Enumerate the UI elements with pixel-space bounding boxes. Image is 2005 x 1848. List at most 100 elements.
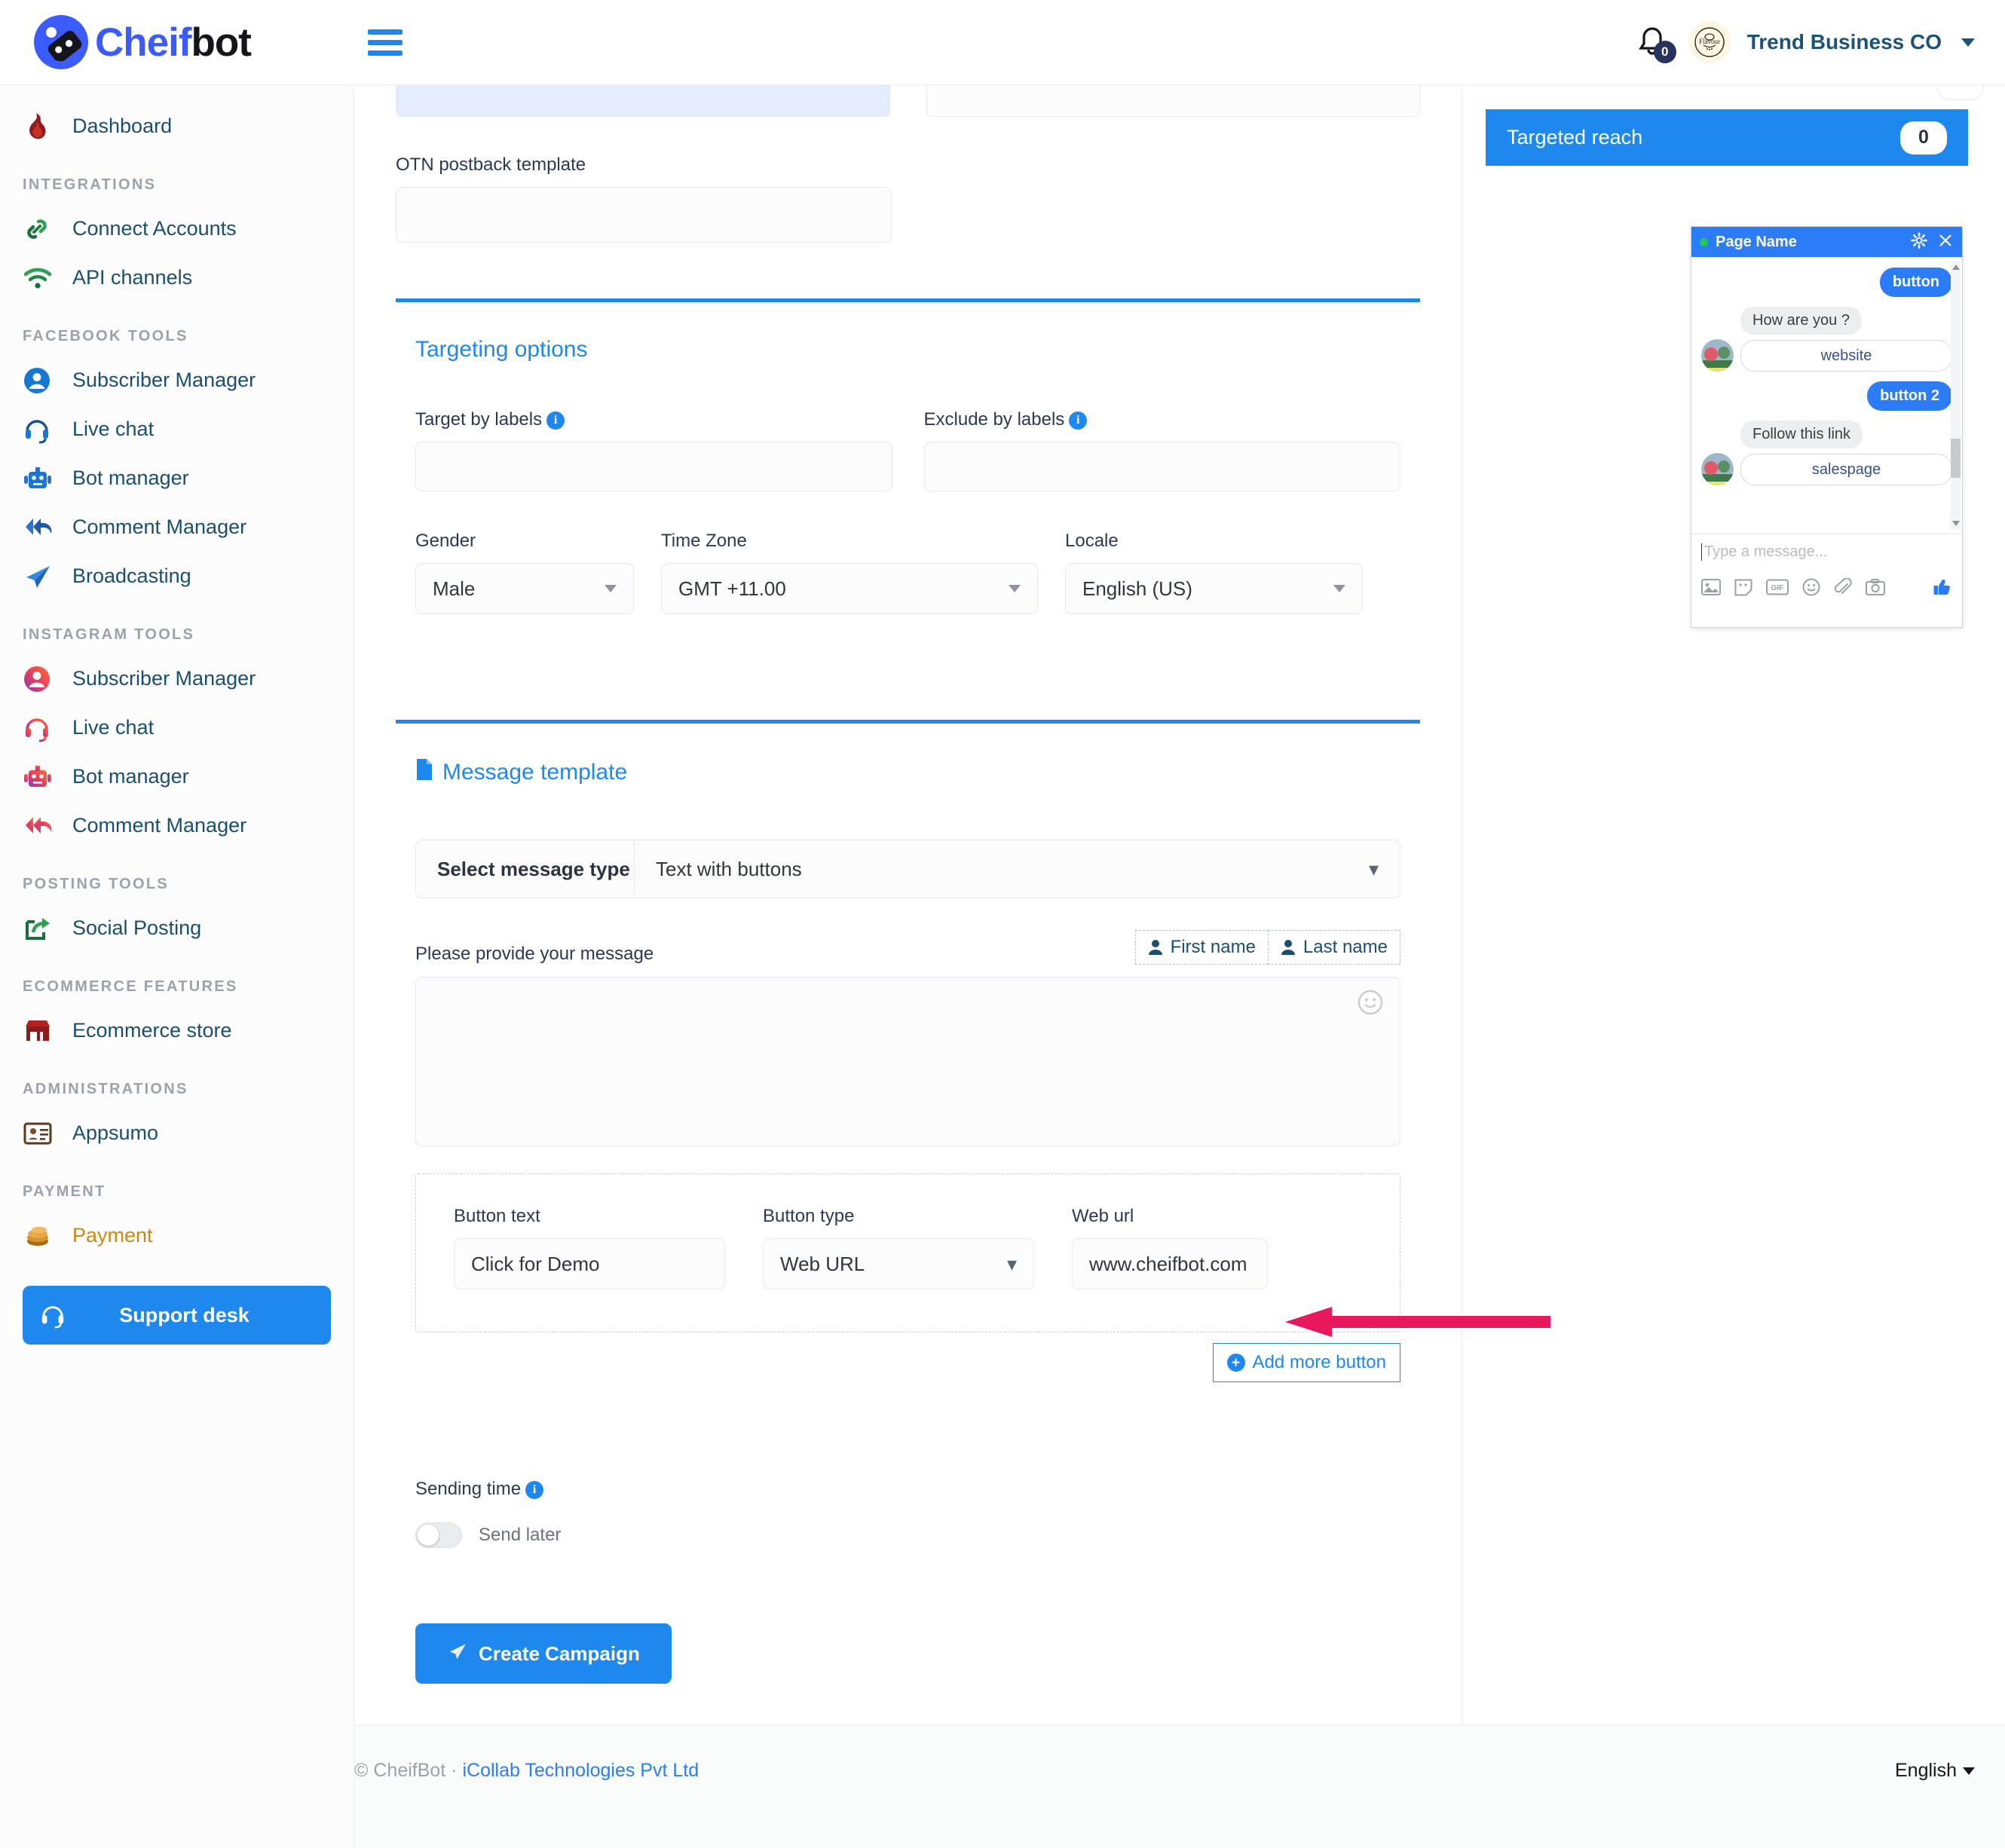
send-later-toggle[interactable] xyxy=(415,1522,462,1548)
hamburger-menu-icon[interactable] xyxy=(368,24,403,61)
info-icon[interactable]: i xyxy=(546,412,565,430)
emoji-smiley-icon[interactable] xyxy=(1358,990,1383,1015)
target-by-labels-input[interactable] xyxy=(415,442,892,491)
sidebar-item-fb-subscriber-manager[interactable]: Subscriber Manager xyxy=(0,356,354,405)
locale-label: Locale xyxy=(1065,531,1119,551)
info-icon[interactable]: i xyxy=(525,1481,544,1499)
svg-text:GIF: GIF xyxy=(1771,584,1784,592)
create-campaign-button[interactable]: Create Campaign xyxy=(415,1623,672,1684)
coins-icon xyxy=(23,1223,72,1249)
thumbs-up-icon[interactable] xyxy=(1933,577,1952,601)
sidebar-item-ig-bot-manager[interactable]: Bot manager xyxy=(0,752,354,801)
chat-message-input[interactable]: Type a message... xyxy=(1701,543,1952,561)
notifications-button[interactable]: 0 xyxy=(1633,23,1676,63)
gif-icon[interactable]: GIF xyxy=(1766,579,1789,599)
sidebar-item-connect-accounts[interactable]: Connect Accounts xyxy=(0,204,354,253)
close-icon[interactable] xyxy=(1937,232,1954,252)
sidebar-group-integrations: INTEGRATIONS xyxy=(23,176,157,193)
chat-button-card[interactable]: salespage xyxy=(1740,454,1952,485)
select-message-type-select[interactable]: Text with buttons ▾ xyxy=(635,840,1400,898)
scrollbar-thumb[interactable] xyxy=(1951,439,1961,478)
send-later-label: Send later xyxy=(479,1525,562,1545)
targeting-options-title: Targeting options xyxy=(415,337,588,362)
button-text-value: Click for Demo xyxy=(471,1252,600,1275)
scroll-up-arrow-icon[interactable] xyxy=(1952,265,1960,270)
chat-row-incoming: How are you ? website xyxy=(1701,307,1952,372)
otn-postback-input[interactable] xyxy=(396,187,892,243)
sidebar-item-label: Live chat xyxy=(72,716,155,739)
chevron-down-icon[interactable] xyxy=(1961,38,1975,47)
chat-header-icons xyxy=(1911,231,1954,252)
user-name[interactable]: Trend Business CO xyxy=(1747,30,1942,54)
image-icon[interactable] xyxy=(1701,578,1721,600)
last-name-chip[interactable]: Last name xyxy=(1267,930,1400,965)
first-name-chip[interactable]: First name xyxy=(1134,930,1269,965)
message-textarea[interactable] xyxy=(415,977,1400,1146)
camera-icon[interactable] xyxy=(1866,579,1885,599)
svg-text:Flavour: Flavour xyxy=(1699,38,1720,45)
exclude-by-labels-input[interactable] xyxy=(923,442,1400,491)
sidebar-item-social-posting[interactable]: Social Posting xyxy=(0,904,354,953)
reply-all-icon xyxy=(23,515,72,540)
link-icon xyxy=(23,215,72,243)
locale-select[interactable]: English (US) xyxy=(1065,563,1363,614)
button-config-panel: Button text Click for Demo Button type W… xyxy=(415,1173,1400,1332)
targeted-reach-value: 0 xyxy=(1900,121,1947,155)
select-message-type-row: Select message type Text with buttons ▾ xyxy=(415,840,1400,898)
sidebar-item-broadcasting[interactable]: Broadcasting xyxy=(0,552,354,601)
sidebar-item-fb-bot-manager[interactable]: Bot manager xyxy=(0,454,354,503)
select-message-type-label: Select message type xyxy=(416,840,635,898)
chat-button-card[interactable]: website xyxy=(1740,340,1952,372)
info-icon[interactable]: i xyxy=(1069,412,1088,430)
sticker-icon[interactable] xyxy=(1734,578,1752,600)
brand-name-part1: Cheif xyxy=(95,20,191,65)
support-desk-button[interactable]: Support desk xyxy=(23,1286,331,1345)
cut-off-fields-row xyxy=(396,85,1420,117)
app-root: Cheifbot 0 Flavour Trend Business CO Das… xyxy=(0,0,2005,1848)
button-text-field-wrap: Button text Click for Demo xyxy=(454,1206,725,1290)
button-type-select[interactable]: Web URL ▾ xyxy=(763,1238,1034,1290)
add-more-button[interactable]: + Add more button xyxy=(1212,1343,1400,1382)
gender-select[interactable]: Male xyxy=(415,563,634,614)
cut-off-field-left[interactable] xyxy=(396,85,890,117)
chat-bubble-outgoing: button xyxy=(1879,268,1952,297)
chevron-down-icon xyxy=(1333,585,1345,592)
user-circle-icon xyxy=(23,366,72,395)
exclude-by-labels-label: Exclude by labels i xyxy=(924,409,1401,430)
sidebar-item-label: Connect Accounts xyxy=(72,217,237,240)
button-text-input[interactable]: Click for Demo xyxy=(454,1238,725,1290)
chat-bubble-incoming: How are you ? xyxy=(1740,307,1862,335)
footer-copyright: © CheifBot · iCollab Technologies Pvt Lt… xyxy=(354,1760,699,1781)
scroll-down-arrow-icon[interactable] xyxy=(1952,521,1960,526)
chat-scrollbar[interactable] xyxy=(1951,262,1961,529)
id-card-icon xyxy=(23,1121,72,1146)
sidebar-item-ig-comment-manager[interactable]: Comment Manager xyxy=(0,801,354,850)
gear-icon[interactable] xyxy=(1911,231,1927,252)
avatar[interactable]: Flavour xyxy=(1688,21,1731,63)
sidebar-item-api-channels[interactable]: API channels xyxy=(0,253,354,302)
sidebar-item-fb-live-chat[interactable]: Live chat xyxy=(0,405,354,454)
language-selector[interactable]: English xyxy=(1895,1760,1975,1782)
paper-plane-icon xyxy=(23,562,72,591)
sidebar-item-ig-subscriber-manager[interactable]: Subscriber Manager xyxy=(0,654,354,703)
sidebar-item-appsumo[interactable]: Appsumo xyxy=(0,1109,354,1158)
sidebar-item-payment[interactable]: Payment xyxy=(0,1211,354,1260)
chat-avatar xyxy=(1701,339,1734,372)
sending-time-label: Sending time i xyxy=(415,1479,1400,1500)
sidebar-item-ecommerce-store[interactable]: Ecommerce store xyxy=(0,1006,354,1055)
paperclip-icon[interactable] xyxy=(1834,577,1852,600)
toggle-knob xyxy=(418,1525,439,1546)
sidebar-item-dashboard[interactable]: Dashboard xyxy=(0,102,354,151)
sidebar-item-label: Dashboard xyxy=(72,115,173,137)
brand-logo-area[interactable]: Cheifbot xyxy=(0,11,354,73)
timezone-select[interactable]: GMT +11.00 xyxy=(661,563,1038,614)
web-url-input[interactable]: www.cheifbot.com xyxy=(1072,1238,1268,1290)
sidebar-item-fb-comment-manager[interactable]: Comment Manager xyxy=(0,503,354,552)
smiley-icon[interactable] xyxy=(1802,578,1820,600)
sidebar-group-ecommerce-features: ECOMMERCE FEATURES xyxy=(23,978,238,995)
footer-company-link[interactable]: iCollab Technologies Pvt Ltd xyxy=(462,1760,699,1781)
storefront-icon xyxy=(23,1017,72,1045)
brand-name: Cheifbot xyxy=(95,20,252,66)
sidebar-item-ig-live-chat[interactable]: Live chat xyxy=(0,703,354,752)
cut-off-field-right[interactable] xyxy=(926,85,1420,117)
